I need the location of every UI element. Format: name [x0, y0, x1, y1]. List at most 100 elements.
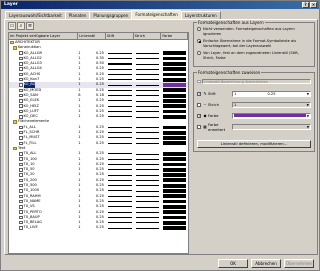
- layer-grid[interactable]: Im Projekt verfügbare Layer Linienstil S…: [8, 32, 189, 254]
- layer-checkbox[interactable]: [19, 157, 23, 161]
- col-header-layer[interactable]: Im Projekt verfügbare Layer: [9, 33, 79, 39]
- apply-button[interactable]: Übernehmen: [284, 259, 314, 268]
- layer-checkbox[interactable]: [19, 136, 23, 140]
- layer-checkbox[interactable]: [19, 199, 23, 204]
- ok-button[interactable]: OK: [218, 259, 248, 268]
- prop-label: Farbe: [208, 113, 219, 118]
- layer-checkbox[interactable]: [19, 215, 23, 220]
- layer-checkbox[interactable]: [19, 93, 23, 98]
- format-option-2[interactable]: Von Layer, fest an dem zugeordneten Lini…: [197, 51, 311, 60]
- radio-button[interactable]: [197, 27, 201, 32]
- linestyle-number: 1: [78, 225, 81, 230]
- prop-checkbox[interactable]: [197, 102, 201, 107]
- prop-select[interactable]: ▼: [232, 123, 311, 130]
- layer-checkbox[interactable]: [19, 67, 23, 71]
- format-option-0[interactable]: Nicht verwenden. Formateigenschaften aus…: [197, 27, 311, 36]
- layer-checkbox[interactable]: [19, 210, 23, 214]
- layer-checkbox[interactable]: [19, 72, 23, 77]
- layer-checkbox[interactable]: [19, 173, 23, 177]
- tab-2[interactable]: Planungsgruppen: [89, 11, 133, 19]
- prop-select[interactable]: 1 ▼: [232, 101, 311, 108]
- layer-checkbox[interactable]: [19, 56, 23, 61]
- prop-label: Farbe erweitert: [208, 121, 226, 132]
- layer-checkbox[interactable]: [19, 51, 23, 55]
- linestyle-name-option[interactable]: Linienstil-Bezeichnung übernehmen: [197, 79, 311, 84]
- grid-header: Im Projekt verfügbare Layer Linienstil S…: [9, 33, 188, 40]
- prop-value: 1: [234, 91, 237, 96]
- help-button[interactable]: ?: [302, 2, 309, 8]
- tab-panel: ▭ ⌕ ≡ Im Projekt verfügbare Layer Linien…: [4, 19, 318, 255]
- layer-checkbox[interactable]: [19, 178, 23, 183]
- col-header-pen[interactable]: Stift: [106, 33, 134, 39]
- chevron-down-icon[interactable]: ▼: [307, 114, 309, 118]
- prop-row-1: ┄ Strich 1 ▼: [197, 101, 311, 108]
- grid-toolbar: ▭ ⌕ ≡: [8, 22, 34, 30]
- layer-checkbox[interactable]: [19, 83, 23, 87]
- folder-icon[interactable]: ▭: [8, 22, 16, 30]
- layer-checkbox[interactable]: [19, 194, 23, 198]
- linestyle-name-checkbox[interactable]: [197, 79, 201, 84]
- prop-row-0: ✎Stift10.25▼: [197, 90, 311, 97]
- layer-checkbox[interactable]: [19, 62, 23, 66]
- prop-checkbox[interactable]: [197, 113, 201, 118]
- grid-rows: ARCHITEKTUR Konstruktion KO_ALLGR 1 0.25 KO_A…: [9, 40, 188, 231]
- layer-checkbox[interactable]: [19, 205, 23, 209]
- linestyle-name-label: Linienstil-Bezeichnung übernehmen: [203, 79, 268, 84]
- radio-label: Von Layer, fest an dem zugeordneten Lini…: [203, 51, 299, 60]
- layer-checkbox[interactable]: [19, 141, 23, 146]
- layer-checkbox[interactable]: [19, 220, 23, 225]
- layer-checkbox[interactable]: [19, 88, 23, 93]
- pen-swatch: [106, 225, 134, 230]
- tab-3[interactable]: Formateigenschaften: [131, 10, 182, 19]
- table-row[interactable]: TX_LIVE 1 0.25: [9, 225, 188, 230]
- right-panel: Formateigenschaften aus Layern Nicht ver…: [193, 20, 315, 155]
- window-title: Layer: [4, 2, 18, 7]
- layer-checkbox[interactable]: [19, 109, 23, 114]
- col-header-stroke[interactable]: Strich: [134, 33, 162, 39]
- layer-checkbox[interactable]: [19, 77, 23, 82]
- layer-checkbox[interactable]: [19, 152, 23, 156]
- layer-checkbox[interactable]: [19, 226, 23, 230]
- linestyle-cell: 1 0.25: [78, 114, 106, 119]
- chevron-down-icon[interactable]: ▼: [307, 125, 309, 129]
- prop-label: Strich: [208, 102, 220, 107]
- layer-checkbox[interactable]: [19, 104, 23, 108]
- pen-swatch: [106, 114, 134, 119]
- col-header-color[interactable]: Farbe: [161, 33, 188, 39]
- col-header-linestyle[interactable]: Linienstil: [78, 33, 106, 39]
- chevron-down-icon[interactable]: ▼: [307, 103, 309, 107]
- radio-button[interactable]: [197, 51, 201, 56]
- prop-checkbox[interactable]: [197, 91, 201, 96]
- assign-properties-group: Formateigenschaften zuweisen Linienstil-…: [193, 70, 315, 152]
- format-group-title: Formateigenschaften aus Layern: [197, 20, 265, 25]
- format-option-1[interactable]: Einfache Übernahme in die Format-Symboll…: [197, 39, 311, 48]
- chevron-down-icon[interactable]: ▼: [307, 92, 309, 96]
- pen-width-value: 0.25: [95, 225, 104, 230]
- tab-1[interactable]: Planaten: [64, 11, 91, 19]
- radio-button[interactable]: [197, 39, 201, 44]
- prop-extra: 0.25: [267, 91, 276, 96]
- layer-checkbox[interactable]: [19, 162, 23, 167]
- prop-checkbox[interactable]: [197, 124, 201, 129]
- layer-checkbox[interactable]: [19, 99, 23, 103]
- tab-strip: Layerauswahl/Sichtbarkeit Planaten Planung…: [5, 10, 221, 19]
- prop-select[interactable]: ▼: [232, 112, 311, 119]
- define-linestyle-button[interactable]: Linienstil definieren, modifizieren...: [197, 140, 311, 148]
- layer-checkbox[interactable]: [19, 183, 23, 188]
- prop-row-2: ◆Farbe▼: [197, 112, 311, 119]
- cancel-button[interactable]: Abbrechen: [251, 259, 281, 268]
- folder-icon: [10, 40, 14, 45]
- linestyle-name-field: Linienstil-Bezeichnung übernehmen: [201, 79, 311, 84]
- layer-checkbox[interactable]: [19, 115, 23, 119]
- prop-select[interactable]: 1 0.25 ▼: [232, 90, 311, 97]
- close-button[interactable]: ×: [310, 2, 317, 8]
- layer-checkbox[interactable]: [19, 130, 23, 135]
- layer-checkbox[interactable]: [19, 189, 23, 193]
- layers-icon[interactable]: ≡: [26, 22, 34, 30]
- prop-row-3: ▦ Farbe erweitert ▼: [197, 121, 311, 132]
- layer-checkbox[interactable]: [19, 125, 23, 130]
- layer-checkbox[interactable]: [19, 168, 23, 172]
- tab-4[interactable]: Layerstrukturen: [180, 11, 221, 19]
- find-icon[interactable]: ⌕: [17, 22, 25, 30]
- tab-0[interactable]: Layerauswahl/Sichtbarkeit: [5, 11, 66, 19]
